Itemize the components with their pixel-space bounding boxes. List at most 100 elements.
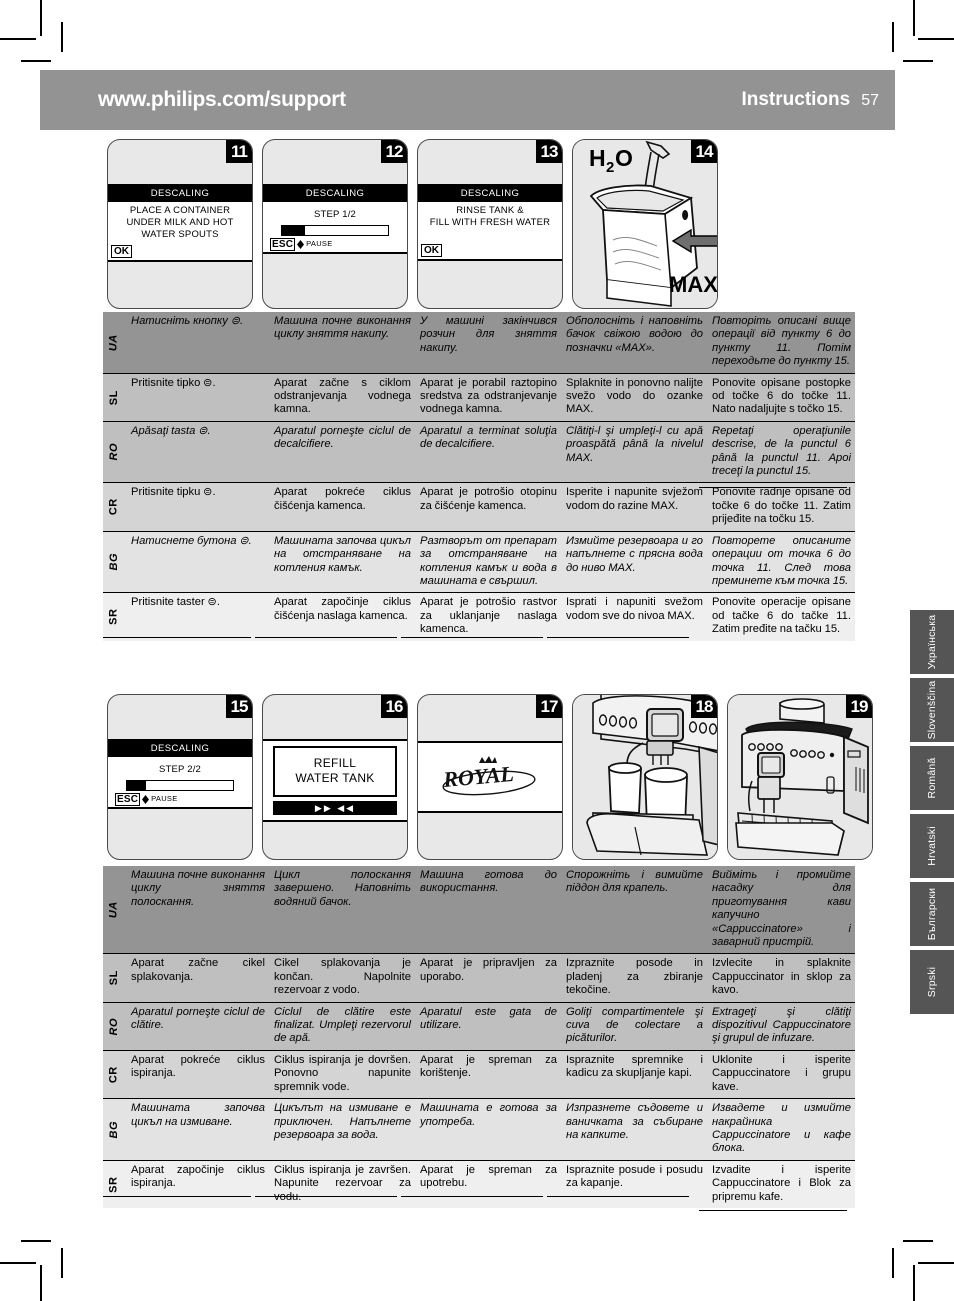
lcd-body-15: STEP 2/2 ESC PAUSE (108, 757, 252, 807)
table-cell: Разтворът от препарат за отстраняване на… (415, 530, 561, 593)
table1-bottom-rule-3 (401, 637, 543, 638)
panel-17: 17 ROYAL (417, 694, 563, 860)
sidetab-serbian[interactable]: Srpski (910, 950, 954, 1014)
royal-logo: ROYAL (441, 756, 536, 796)
svg-text:O: O (615, 145, 633, 171)
lcd-screen-12: DESCALING STEP 1/2 ESC PAUSE (263, 184, 407, 254)
lcd-screen-15: DESCALING STEP 2/2 ESC PAUSE (108, 739, 252, 809)
crop-mark-br2-h (903, 1240, 933, 1242)
lcd-line: WATER TANK (295, 771, 375, 785)
table-cell: Натиснете бутона ⊜. (126, 530, 269, 593)
ok-button-icon[interactable]: OK (421, 243, 442, 257)
lang-code: CR (107, 1066, 120, 1083)
sidetab-romanian[interactable]: Română (910, 746, 954, 810)
table-cell: Aparat započinje ciklus ispiranja. (126, 1159, 269, 1208)
machine-with-cups-illustration (573, 695, 717, 859)
table-cell: Aparatul a terminat soluţia de decalcifi… (415, 420, 561, 483)
lcd-title-13: DESCALING (418, 186, 562, 202)
esc-button-icon[interactable]: ESC (115, 792, 141, 806)
illustration-row-2: 15 DESCALING STEP 2/2 ESC PAUSE 16 REFIL… (107, 694, 873, 860)
page-number: 57 (861, 92, 879, 109)
lcd-escrow-12: ESC PAUSE (267, 237, 403, 251)
panel-number-19: 19 (846, 695, 872, 718)
table-cell: Aparat je porabil raztopino sredstva za … (415, 372, 561, 422)
lcd-line: UNDER MILK AND HOT (126, 216, 234, 228)
lcd-line: RINSE TANK & (456, 204, 524, 216)
panel-19: 19 (727, 694, 873, 860)
sidetab-ukrainian[interactable]: Українська (910, 610, 954, 674)
sidetab-label: Hrvatski (926, 826, 938, 866)
lang-code-cell: UA (103, 312, 126, 374)
table-row: UA Натисніть кнопку ⊜. Машина почне вико… (103, 312, 855, 374)
header-right-group: Instructions 57 (741, 89, 879, 111)
lang-code-cell: SL (103, 372, 126, 422)
crop-mark-bl2-h (21, 1240, 51, 1242)
lcd-glyph-bar: ▶▶ ◀◀ (273, 801, 397, 815)
table-row: SR Aparat započinje ciklus ispiranja. Ci… (103, 1159, 855, 1208)
table-cell: Машината е готова за употреба. (415, 1098, 561, 1161)
table-cell: Repetaţi operaţiunile descrise, de la pu… (707, 420, 855, 483)
pause-label: PAUSE (306, 239, 333, 248)
table-row: SR Pritisnite taster ⊜. Aparat započinje… (103, 592, 855, 641)
diamond-icon (142, 794, 150, 804)
h2o-label: H (589, 145, 606, 171)
panel-number-12: 12 (381, 140, 407, 163)
lang-code-cell: SL (103, 953, 126, 1003)
ok-button-icon[interactable]: OK (111, 244, 132, 258)
language-tab-strip: Українська Slovenščina Română Hrvatski Б… (910, 610, 954, 1018)
table2-bottom-rule (103, 1196, 251, 1197)
lang-code: SR (107, 608, 120, 626)
esc-button-icon[interactable]: ESC (270, 237, 296, 251)
crop-mark-br-v (913, 1265, 915, 1301)
panel-16: 16 REFILL WATER TANK ▶▶ ◀◀ (262, 694, 408, 860)
lang-code-cell: RO (103, 420, 126, 483)
panel-18: 18 (572, 694, 718, 860)
coffee-machine-illustration (728, 695, 872, 859)
crop-mark-bl-v (40, 1265, 42, 1301)
table-cell: Pritisnite taster ⊜. (126, 592, 269, 641)
sidetab-label: Українська (926, 614, 938, 670)
table-cell: Aparat začne cikel splakovanja. (126, 953, 269, 1003)
table-cell: Aparat je pripravljen za uporabo. (415, 953, 561, 1003)
royal-wordmark: ROYAL (441, 761, 514, 792)
table2-bottom-rule-2 (255, 1196, 397, 1197)
support-url[interactable]: www.philips.com/support (98, 88, 346, 112)
table1-bottom-rule-2 (255, 637, 397, 638)
table-cell: Ciklus ispiranja je završen. Napunite re… (269, 1159, 415, 1208)
table-cell: Goliţi compartimentele şi cuva de colect… (561, 1001, 707, 1051)
lang-code-cell: SR (103, 592, 126, 641)
svg-text:2: 2 (606, 159, 614, 176)
table-cell: Цикълът на измиване е приключен. Напълне… (269, 1098, 415, 1161)
lcd-screen-16: REFILL WATER TANK ▶▶ ◀◀ (263, 739, 407, 822)
table-cell: Вийміть і промийте насадку для приготува… (707, 866, 855, 954)
table-cell: Isperite i napunite svježom vodom do raz… (561, 482, 707, 532)
panel-number-11: 11 (226, 140, 252, 163)
lang-code: SL (107, 970, 120, 986)
lang-code-cell: UA (103, 866, 126, 954)
pause-label: PAUSE (151, 794, 178, 803)
table-row: RO Apăsaţi tasta ⊜. Aparatul porneşte ci… (103, 420, 855, 483)
lcd-escrow-15: ESC PAUSE (112, 792, 248, 806)
table-row: CR Pritisnite tipku ⊜. Aparat pokreće ci… (103, 482, 855, 532)
lcd-body-13: RINSE TANK & FILL WITH FRESH WATER (418, 202, 562, 243)
lang-code-cell: CR (103, 1049, 126, 1099)
sidetab-slovenian[interactable]: Slovenščina (910, 678, 954, 742)
lang-code: BG (107, 1120, 120, 1139)
table2-bottom-rule-5 (699, 1210, 847, 1211)
table-cell: Apăsaţi tasta ⊜. (126, 420, 269, 483)
lcd-okrow-13: OK (418, 243, 562, 259)
table-cell: Ciclul de clătire este finalizat. Umpleţ… (269, 1001, 415, 1051)
table-cell: Aparat je spreman za korištenje. (415, 1049, 561, 1099)
sidetab-croatian[interactable]: Hrvatski (910, 814, 954, 878)
water-tank-illustration: H 2 O MAX (573, 140, 717, 308)
lcd-line: WATER SPOUTS (141, 228, 219, 240)
panel-number-13: 13 (536, 140, 562, 163)
crop-mark-tr2-h (903, 60, 933, 62)
table-cell: Extrageţi şi clătiţi dispozitivul Cappuc… (707, 1001, 855, 1051)
table2-bottom-rule-4 (547, 1196, 689, 1197)
table-row: RO Aparatul porneşte ciclul de clătire. … (103, 1001, 855, 1051)
table-cell: У машині закінчився розчин для зняття на… (415, 312, 561, 374)
table1-bottom-rule-5 (699, 487, 847, 488)
sidetab-bulgarian[interactable]: Български (910, 882, 954, 946)
table-cell: Clătiţi-l şi umpleţi-l cu apă proaspătă … (561, 420, 707, 483)
